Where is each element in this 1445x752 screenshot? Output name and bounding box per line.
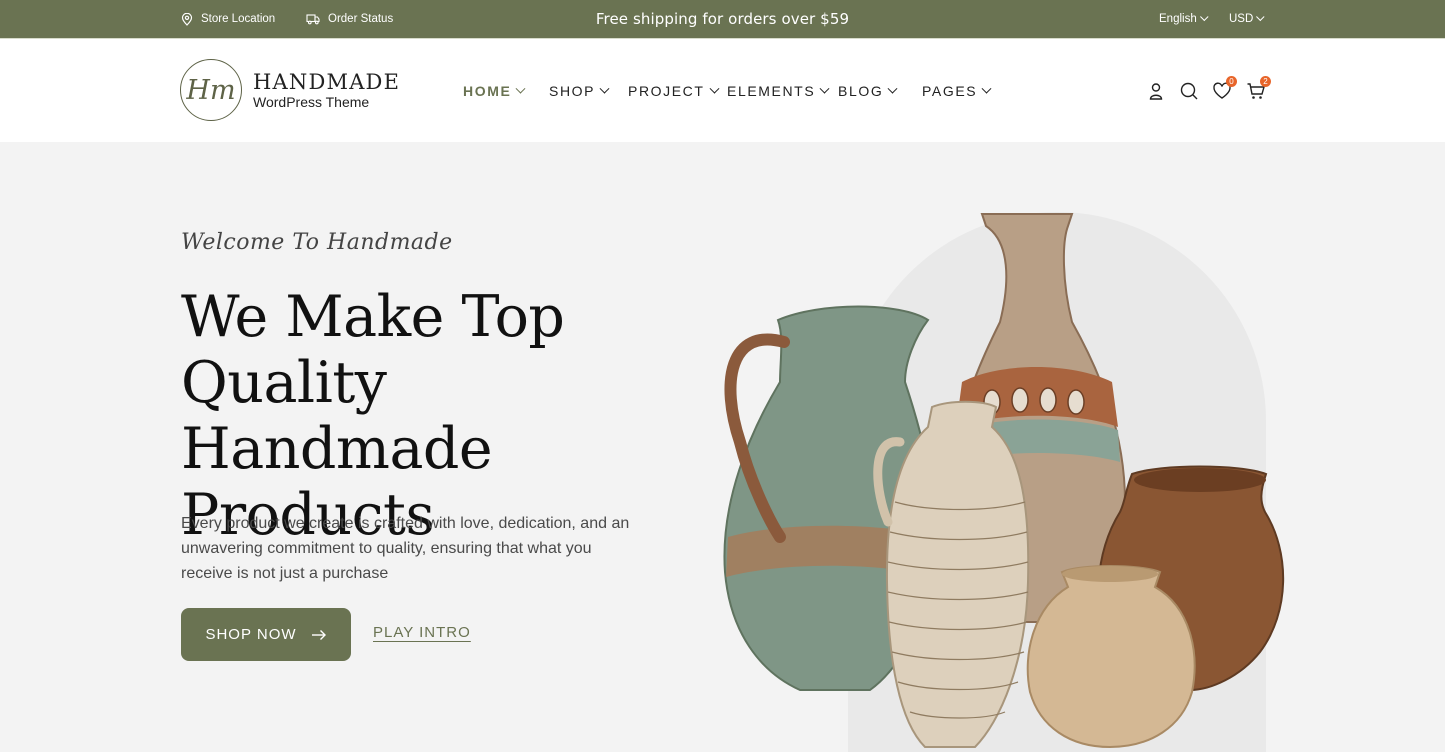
nav-pages[interactable]: PAGES	[922, 39, 992, 143]
store-location-link[interactable]: Store Location	[181, 0, 275, 38]
cart-button[interactable]: 2	[1246, 76, 1271, 101]
currency-value: USD	[1229, 13, 1254, 25]
language-value: English	[1159, 13, 1197, 25]
order-status-link[interactable]: Order Status	[306, 0, 393, 38]
logo-text: HANDMADE WordPress Theme	[253, 69, 401, 110]
search-icon	[1180, 82, 1198, 100]
logo-title: HANDMADE	[253, 69, 401, 94]
nav-label: SHOP	[549, 83, 596, 99]
wishlist-count-badge: 0	[1226, 76, 1237, 87]
search-button[interactable]	[1179, 81, 1199, 101]
cart-count-badge: 2	[1260, 76, 1271, 87]
site-logo[interactable]: Hm HANDMADE WordPress Theme	[180, 59, 400, 121]
shop-now-label: SHOP NOW	[205, 626, 297, 643]
nav-project[interactable]: PROJECT	[628, 39, 719, 143]
hero-description: Every product we create is crafted with …	[181, 515, 630, 582]
location-pin-icon	[181, 12, 193, 26]
nav-label: BLOG	[838, 83, 884, 99]
pottery-image	[723, 213, 1285, 749]
chevron-down-icon	[887, 83, 898, 94]
shop-now-button[interactable]: SHOP NOW	[181, 608, 351, 661]
wishlist-button[interactable]: 0	[1212, 76, 1237, 101]
arrow-right-icon	[311, 629, 326, 640]
chevron-down-icon	[981, 83, 992, 94]
chevron-down-icon	[599, 83, 610, 94]
announcement-text: Free shipping for orders over $59	[595, 10, 850, 28]
chevron-down-icon	[709, 83, 719, 94]
chevron-down-icon	[819, 83, 830, 94]
hero-welcome-script: Welcome To Handmade	[181, 230, 453, 255]
play-intro-link[interactable]: PLAY INTRO	[373, 624, 471, 641]
nav-label: PROJECT	[628, 83, 705, 99]
logo-mark: Hm	[180, 59, 242, 121]
hero-section: Welcome To Handmade We Make Top Quality …	[0, 142, 1445, 752]
chevron-down-icon	[515, 83, 526, 94]
nav-shop[interactable]: SHOP	[549, 39, 610, 143]
chevron-down-icon	[1199, 12, 1209, 22]
language-select[interactable]: English	[1159, 0, 1209, 38]
nav-blog[interactable]: BLOG	[838, 39, 898, 143]
currency-select[interactable]: USD	[1229, 0, 1265, 38]
nav-label: HOME	[463, 83, 512, 99]
nav-label: ELEMENTS	[727, 83, 816, 99]
hero-headline: We Make Top Quality Handmade Products	[181, 284, 565, 548]
chevron-down-icon	[1256, 12, 1265, 22]
order-status-label: Order Status	[328, 13, 394, 25]
site-header: Hm HANDMADE WordPress Theme HOME SHOP PR…	[0, 38, 1445, 142]
logo-subtitle: WordPress Theme	[253, 93, 370, 110]
truck-icon	[306, 14, 320, 25]
topbar: Store Location Order Status Free shippin…	[0, 0, 1445, 38]
store-location-label: Store Location	[201, 13, 276, 25]
user-icon	[1149, 83, 1163, 100]
nav-elements[interactable]: ELEMENTS	[727, 39, 830, 143]
account-button[interactable]	[1146, 81, 1166, 101]
nav-label: PAGES	[922, 83, 978, 99]
nav-home[interactable]: HOME	[463, 39, 526, 143]
